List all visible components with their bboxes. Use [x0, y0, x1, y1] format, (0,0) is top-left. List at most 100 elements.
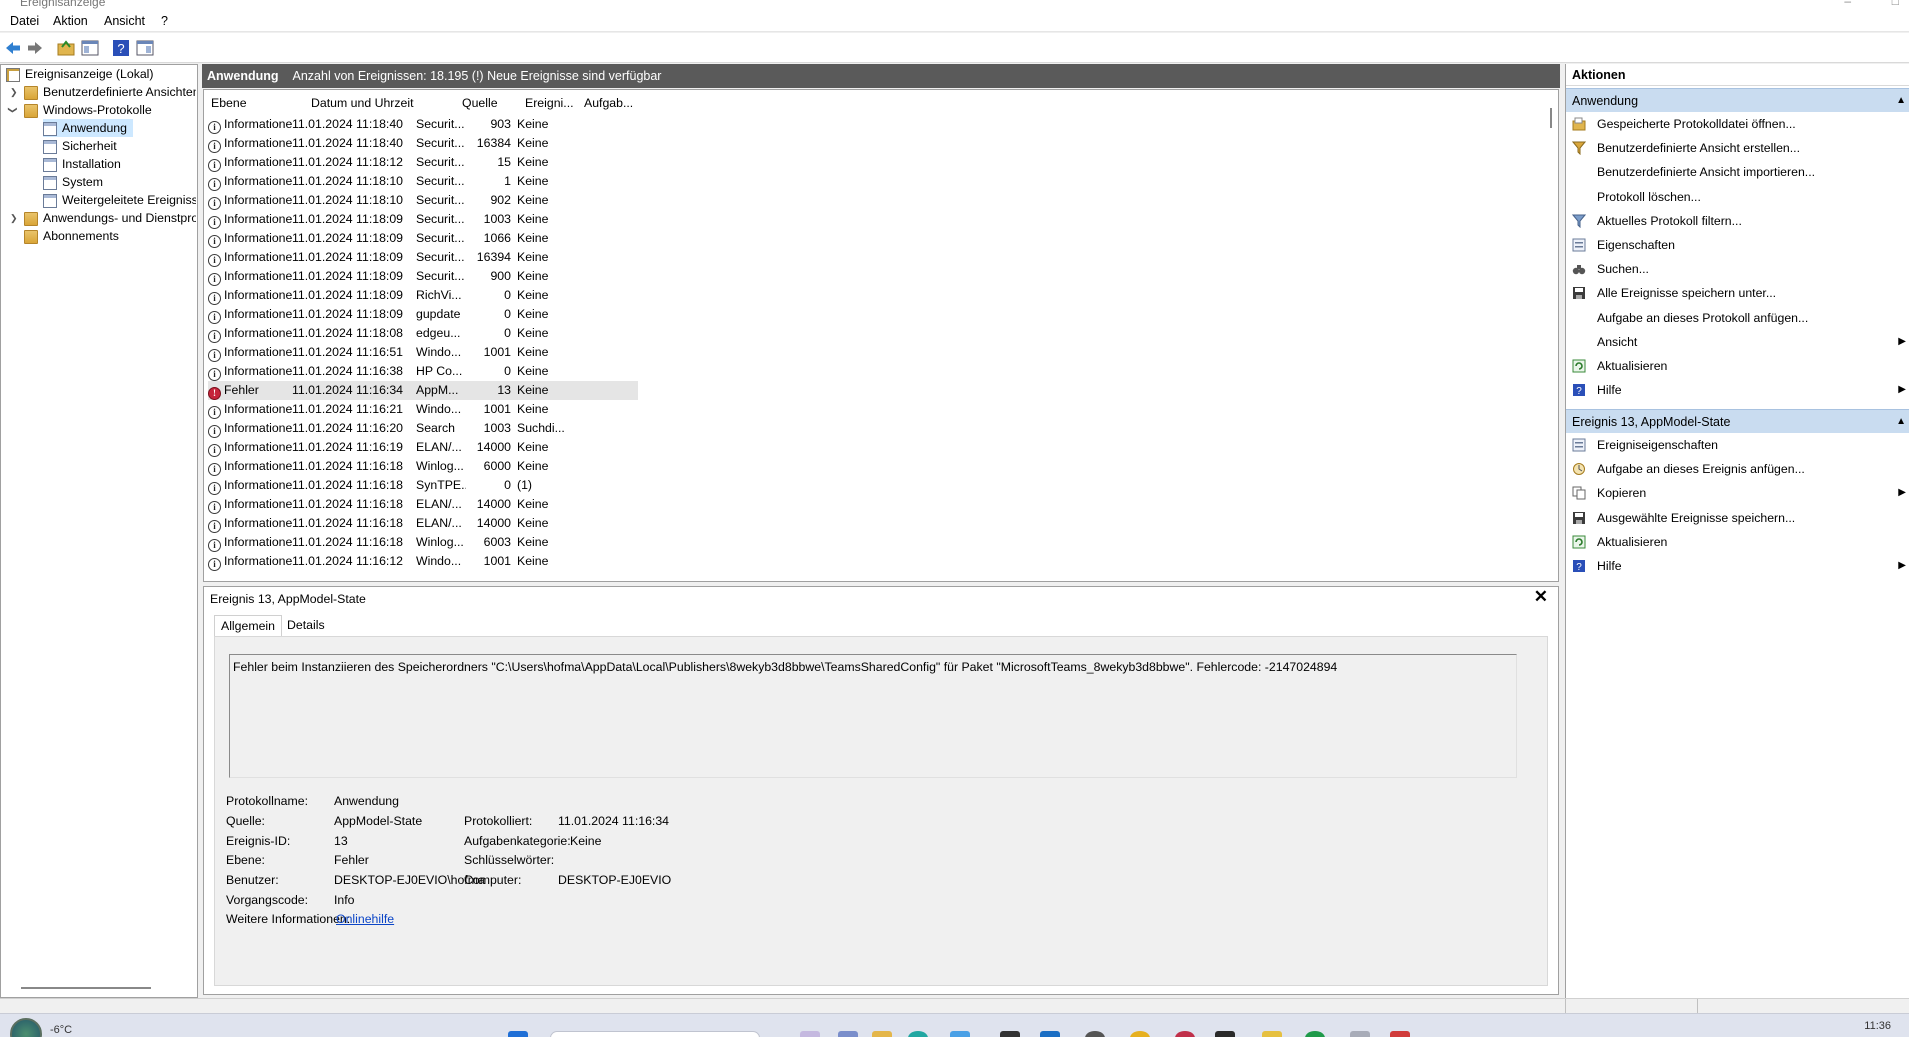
- column-header-task[interactable]: Aufgab...: [584, 96, 633, 110]
- event-viewer-taskbar-icon[interactable]: [1390, 1031, 1410, 1037]
- chrome-icon[interactable]: [1130, 1031, 1150, 1037]
- onlinehilfe-link[interactable]: Onlinehilfe: [336, 912, 394, 926]
- action-protokoll-löschen[interactable]: Protokoll löschen...: [1566, 185, 1909, 209]
- action-ausgewählte-ereignisse-speichern[interactable]: Ausgewählte Ereignisse speichern...: [1566, 506, 1909, 530]
- search-box[interactable]: [550, 1031, 760, 1037]
- column-header-event-id[interactable]: Ereigni...: [525, 96, 574, 110]
- edge-icon[interactable]: [908, 1031, 928, 1037]
- table-row[interactable]: i Informationen 11.01.2024 11:18:08 edgeu..…: [208, 324, 638, 343]
- table-row[interactable]: i Informationen 11.01.2024 11:16:20 Search 1…: [208, 419, 638, 438]
- table-row[interactable]: i Informationen 11.01.2024 11:16:51 Windo..…: [208, 343, 638, 362]
- terminal-icon[interactable]: [1215, 1031, 1235, 1037]
- menu-help[interactable]: ?: [161, 14, 168, 28]
- chevron-right-icon[interactable]: ❯: [10, 83, 18, 101]
- action-benutzerdefinierte-ansicht-importieren[interactable]: Benutzerdefinierte Ansicht importieren..…: [1566, 160, 1909, 184]
- app-icon[interactable]: [1350, 1031, 1370, 1037]
- help-icon[interactable]: ?: [112, 39, 130, 57]
- table-row[interactable]: i Informationen 11.01.2024 11:18:12 Securit…: [208, 153, 638, 172]
- tab-allgemein[interactable]: Allgemein: [214, 615, 282, 637]
- open-folder-icon[interactable]: [57, 39, 75, 57]
- tree-item-installation[interactable]: Installation: [43, 155, 196, 173]
- action-suchen[interactable]: Suchen...: [1566, 257, 1909, 281]
- app-icon[interactable]: [1175, 1031, 1195, 1037]
- table-row[interactable]: i Informationen 11.01.2024 11:18:09 Securit…: [208, 229, 638, 248]
- table-row[interactable]: i Informationen 11.01.2024 11:18:40 Securit…: [208, 134, 638, 153]
- action-hilfe[interactable]: ? Hilfe ▶: [1566, 554, 1909, 578]
- action-hilfe[interactable]: ? Hilfe ▶: [1566, 378, 1909, 402]
- chevron-down-icon[interactable]: ❯: [4, 106, 22, 114]
- action-aktualisieren[interactable]: Aktualisieren: [1566, 530, 1909, 554]
- menu-datei[interactable]: Datei: [10, 14, 39, 28]
- table-row[interactable]: i Informationen 11.01.2024 11:18:10 Securit…: [208, 172, 638, 191]
- table-row[interactable]: i Informationen 11.01.2024 11:18:09 Securit…: [208, 267, 638, 286]
- tree-item-custom-views[interactable]: Benutzerdefinierte Ansichten: [24, 83, 196, 101]
- weather-icon[interactable]: [10, 1018, 42, 1037]
- tree-item-windows-logs[interactable]: Windows-Protokolle: [24, 101, 196, 119]
- chevron-right-icon[interactable]: ❯: [10, 209, 18, 227]
- table-row[interactable]: ! Fehler 11.01.2024 11:16:34 AppM... 13 Keine: [208, 381, 638, 400]
- table-row[interactable]: i Informationen 11.01.2024 11:16:38 HP Co..…: [208, 362, 638, 381]
- tree-item-subscriptions[interactable]: Abonnements: [24, 227, 196, 245]
- horizontal-scrollbar[interactable]: [21, 987, 151, 989]
- actions-section-anwendung[interactable]: Anwendung ▲: [1566, 88, 1909, 112]
- app-icon[interactable]: [1000, 1031, 1020, 1037]
- close-icon[interactable]: ✕: [1534, 587, 1548, 607]
- action-aufgabe-an-dieses-protokoll-anfügen[interactable]: Aufgabe an dieses Protokoll anfügen...: [1566, 306, 1909, 330]
- tree-item-app-service-logs[interactable]: Anwendungs- und Dienstprotokolle: [24, 209, 196, 227]
- action-aktualisieren[interactable]: Aktualisieren: [1566, 354, 1909, 378]
- action-eigenschaften[interactable]: Eigenschaften: [1566, 233, 1909, 257]
- tree-item-system[interactable]: System: [43, 173, 196, 191]
- action-alle-ereignisse-speichern-unter[interactable]: Alle Ereignisse speichern unter...: [1566, 281, 1909, 305]
- action-aufgabe-an-dieses-ereignis-anfügen[interactable]: Aufgabe an dieses Ereignis anfügen...: [1566, 457, 1909, 481]
- action-aktuelles-protokoll-filtern[interactable]: Aktuelles Protokoll filtern...: [1566, 209, 1909, 233]
- tree-item-sicherheit[interactable]: Sicherheit: [43, 137, 196, 155]
- clock[interactable]: 11:36: [1864, 1020, 1891, 1032]
- action-gespeicherte-protokolldatei-öffnen[interactable]: Gespeicherte Protokolldatei öffnen...: [1566, 112, 1909, 136]
- minimize-button[interactable]: –: [1844, 0, 1851, 8]
- table-row[interactable]: i Informationen 11.01.2024 11:18:09 Securit…: [208, 248, 638, 267]
- forward-arrow-icon[interactable]: [26, 39, 44, 57]
- action-ereigniseigenschaften[interactable]: Ereigniseigenschaften: [1566, 433, 1909, 457]
- task-view-icon[interactable]: [800, 1031, 820, 1037]
- spotify-icon[interactable]: [1305, 1031, 1325, 1037]
- action-pane-icon[interactable]: [136, 39, 154, 57]
- table-row[interactable]: i Informationen 11.01.2024 11:16:18 Winlog.…: [208, 533, 638, 552]
- action-benutzerdefinierte-ansicht-erstellen[interactable]: Benutzerdefinierte Ansicht erstellen...: [1566, 136, 1909, 160]
- outlook-icon[interactable]: [1040, 1031, 1060, 1037]
- collapse-icon[interactable]: ▲: [1896, 410, 1906, 434]
- table-row[interactable]: i Informationen 11.01.2024 11:18:40 Securit…: [208, 115, 638, 134]
- column-header-source[interactable]: Quelle: [462, 96, 498, 110]
- tree-item-forwarded-events[interactable]: Weitergeleitete Ereignisse: [43, 191, 196, 209]
- vertical-scrollbar[interactable]: [1550, 108, 1552, 128]
- table-row[interactable]: i Informationen 11.01.2024 11:16:18 Winlog.…: [208, 457, 638, 476]
- file-explorer-icon[interactable]: [872, 1031, 892, 1037]
- table-row[interactable]: i Informationen 11.01.2024 11:16:21 Windo..…: [208, 400, 638, 419]
- table-row[interactable]: i Informationen 11.01.2024 11:18:09 RichVi.…: [208, 286, 638, 305]
- table-row[interactable]: i Informationen 11.01.2024 11:16:18 SynTPE.…: [208, 476, 638, 495]
- table-row[interactable]: i Informationen 11.01.2024 11:18:09 Securit…: [208, 210, 638, 229]
- column-header-datetime[interactable]: Datum und Uhrzeit: [311, 96, 414, 110]
- table-row[interactable]: i Informationen 11.01.2024 11:16:18 ELAN/..…: [208, 495, 638, 514]
- start-icon[interactable]: [508, 1031, 528, 1037]
- table-row[interactable]: i Informationen 11.01.2024 11:18:10 Securit…: [208, 191, 638, 210]
- table-row[interactable]: i Informationen 11.01.2024 11:16:12 Windo..…: [208, 552, 638, 571]
- maximize-button[interactable]: □: [1892, 0, 1899, 8]
- tree-root[interactable]: Ereignisanzeige (Lokal): [6, 65, 196, 83]
- event-message[interactable]: Fehler beim Instanziieren des Speicheror…: [229, 654, 1517, 778]
- actions-section-event[interactable]: Ereignis 13, AppModel-State ▲: [1566, 409, 1909, 433]
- notes-icon[interactable]: [1262, 1031, 1282, 1037]
- tab-details[interactable]: Details: [281, 615, 331, 637]
- action-kopieren[interactable]: Kopieren ▶: [1566, 481, 1909, 505]
- back-arrow-icon[interactable]: [4, 39, 22, 57]
- table-row[interactable]: i Informationen 11.01.2024 11:16:19 ELAN/..…: [208, 438, 638, 457]
- collapse-icon[interactable]: ▲: [1896, 89, 1906, 113]
- clock-icon[interactable]: [1085, 1031, 1105, 1037]
- menu-aktion[interactable]: Aktion: [53, 14, 88, 28]
- tree-item-anwendung[interactable]: Anwendung: [43, 119, 133, 137]
- store-icon[interactable]: [950, 1031, 970, 1037]
- widgets-icon[interactable]: [838, 1031, 858, 1037]
- column-header-level[interactable]: Ebene: [211, 96, 247, 110]
- table-row[interactable]: i Informationen 11.01.2024 11:18:09 gupdate…: [208, 305, 638, 324]
- action-ansicht[interactable]: Ansicht ▶: [1566, 330, 1909, 354]
- table-row[interactable]: i Informationen 11.01.2024 11:16:18 ELAN/..…: [208, 514, 638, 533]
